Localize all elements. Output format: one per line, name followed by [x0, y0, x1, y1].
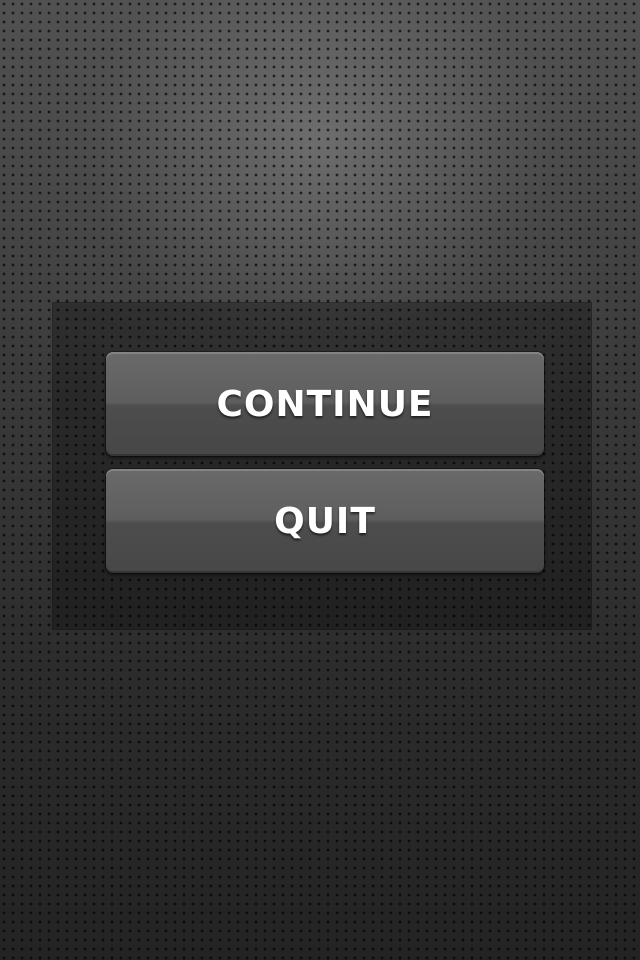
continue-button[interactable]: CONTINUE: [106, 352, 544, 456]
continue-button-label: CONTINUE: [216, 383, 434, 425]
game-background: CONTINUE QUIT: [0, 0, 640, 960]
pause-menu-panel: CONTINUE QUIT: [52, 302, 592, 630]
quit-button-label: QUIT: [274, 500, 376, 542]
quit-button[interactable]: QUIT: [106, 469, 544, 573]
